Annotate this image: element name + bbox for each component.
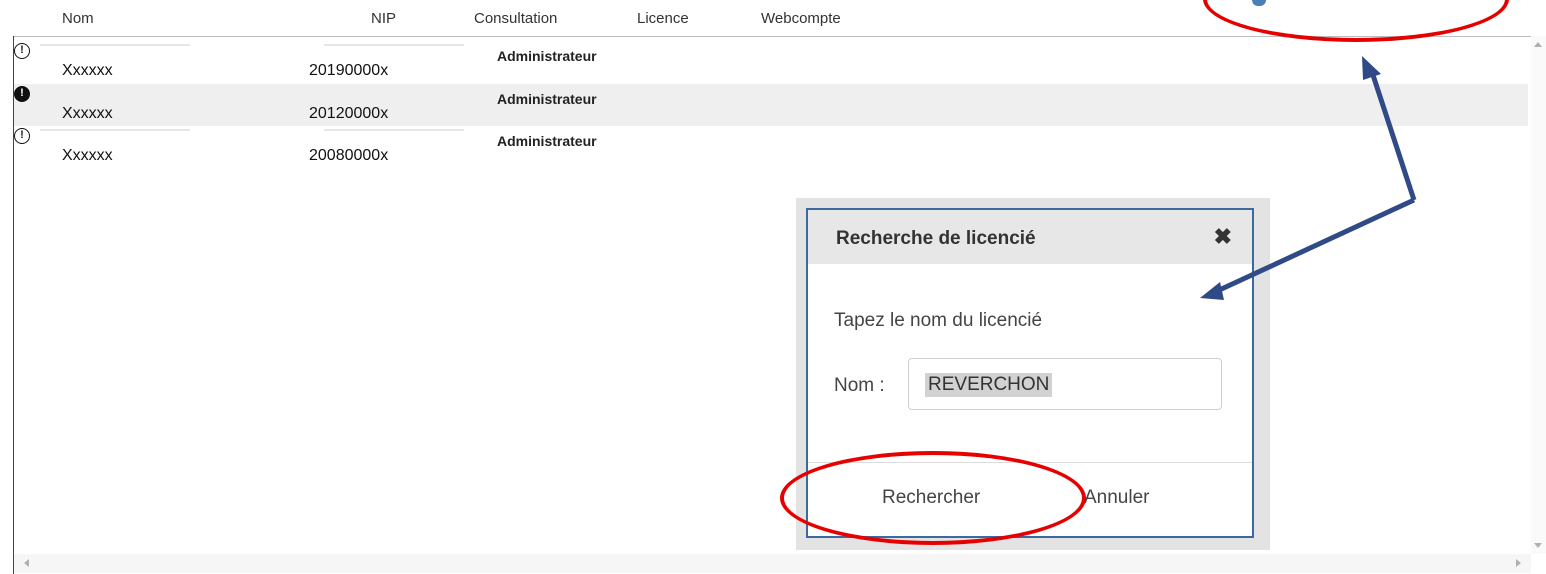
arrow-head-up (1362, 56, 1381, 80)
arrow-head-left (1200, 282, 1224, 300)
annotation-arrows (1200, 56, 1417, 300)
annotation-arrow (1213, 71, 1417, 295)
